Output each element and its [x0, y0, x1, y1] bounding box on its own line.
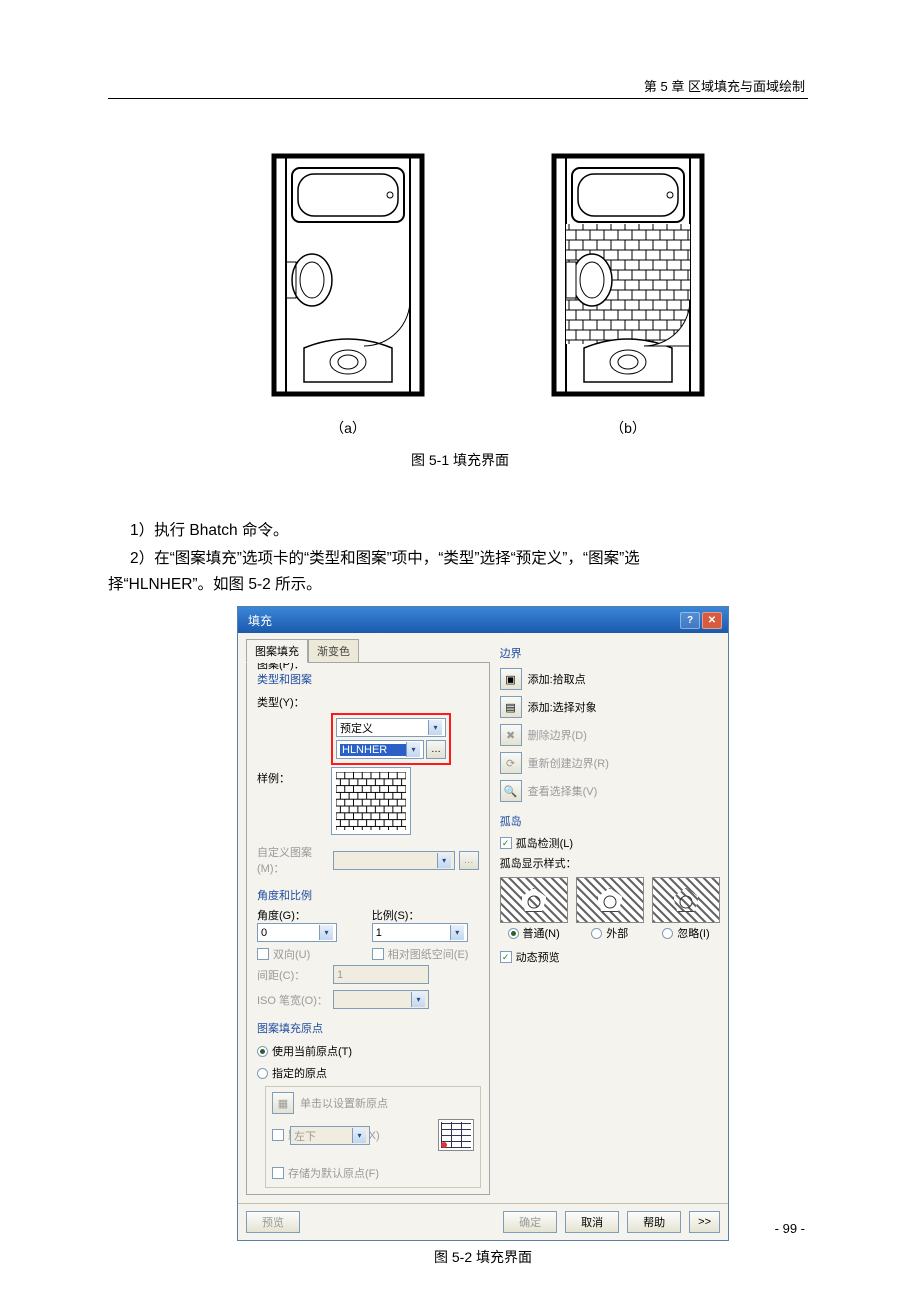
- select-pattern-value: HLNHER: [340, 744, 406, 756]
- add-pick-points-button[interactable]: ▣: [500, 668, 522, 690]
- legend-hatch-origin: 图案填充原点: [247, 1018, 489, 1040]
- figure-5-1-row: [268, 150, 708, 400]
- view-selection-button: 🔍: [500, 780, 522, 802]
- specified-origin-group: ▦ 单击以设置新原点 默认为边界范围(X) 左下▾: [265, 1086, 481, 1188]
- input-spacing: 1: [333, 965, 429, 984]
- label-scale: 比例(S)：: [372, 907, 479, 923]
- label-iso-pen: ISO 笔宽(O)：: [257, 992, 329, 1008]
- radio-island-ignore[interactable]: 忽略(I): [652, 925, 720, 941]
- page-number: - 99 -: [775, 1221, 805, 1236]
- help-button[interactable]: 帮助: [627, 1211, 681, 1233]
- origin-diagram: [438, 1119, 474, 1151]
- checkbox-island-detection[interactable]: ✓孤岛检测(L): [500, 833, 720, 853]
- more-options-button[interactable]: >>: [689, 1211, 720, 1233]
- select-custom-pattern: ▾: [333, 851, 455, 870]
- cancel-button[interactable]: 取消: [565, 1211, 619, 1233]
- angle-value: 0: [261, 927, 267, 939]
- remove-boundary-button: ✖: [500, 724, 522, 746]
- ok-button: 确定: [503, 1211, 557, 1233]
- island-style-outer-preview[interactable]: [576, 877, 644, 923]
- dialog-titlebar[interactable]: 填充 ? ✕: [238, 607, 728, 633]
- checkbox-store-default-origin: 存储为默认原点(F): [272, 1165, 474, 1181]
- label-spacing: 间距(C)：: [257, 967, 329, 983]
- select-type-value: 预定义: [340, 720, 373, 736]
- floorplan-b: [548, 150, 708, 400]
- legend-boundary: 边界: [500, 643, 720, 665]
- dialog-footer: 预览 确定 取消 帮助 >>: [238, 1203, 728, 1240]
- chapter-header: 第 5 章 区域填充与面域绘制: [644, 76, 805, 95]
- body-line-2: 2）在“图案填充”选项卡的“类型和图案”项中，“类型”选择“预定义”，“图案”选: [108, 546, 808, 572]
- chevron-down-icon[interactable]: ▾: [450, 925, 464, 940]
- label-type: 类型(Y)：: [257, 694, 329, 710]
- select-iso-pen: ▾: [333, 990, 429, 1009]
- label-add-pick-points: 添加:拾取点: [528, 671, 586, 687]
- label-add-select-objects: 添加:选择对象: [528, 699, 597, 715]
- close-icon[interactable]: ✕: [702, 612, 722, 629]
- label-remove-boundary: 删除边界(D): [528, 727, 587, 743]
- label-angle: 角度(G)：: [257, 907, 364, 923]
- figure-5-1-caption: 图 5-1 填充界面: [0, 450, 920, 470]
- body-lines-2-3: 2）在“图案填充”选项卡的“类型和图案”项中，“类型”选择“预定义”，“图案”选…: [108, 546, 808, 599]
- label-island-style: 孤岛显示样式：: [500, 853, 720, 873]
- body-line-1: 1）执行 Bhatch 命令。: [108, 518, 808, 544]
- label-sample: 样例：: [257, 770, 329, 786]
- label-view-selection: 查看选择集(V): [528, 783, 598, 799]
- island-style-ignore-preview[interactable]: [652, 877, 720, 923]
- radio-specified-origin[interactable]: 指定的原点: [257, 1065, 327, 1081]
- tab-gradient[interactable]: 渐变色: [308, 639, 359, 663]
- checkbox-relative-paper: 相对图纸空间(E): [372, 946, 479, 962]
- preview-button: 预览: [246, 1211, 300, 1233]
- radio-island-normal[interactable]: 普通(N): [500, 925, 568, 941]
- custom-pattern-browse-button: …: [459, 851, 479, 870]
- chevron-down-icon[interactable]: ▾: [406, 742, 420, 757]
- radio-island-outer[interactable]: 外部: [576, 925, 644, 941]
- label-click-set-origin: 单击以设置新原点: [300, 1095, 388, 1111]
- checkbox-double: 双向(U): [257, 946, 364, 962]
- body-line-3: 择“HLNHER”。如图 5-2 所示。: [108, 572, 808, 598]
- select-scale[interactable]: 1 ▾: [372, 923, 468, 942]
- island-style-normal-preview[interactable]: [500, 877, 568, 923]
- scale-value: 1: [376, 927, 382, 939]
- recreate-boundary-button: ⟳: [500, 752, 522, 774]
- add-select-objects-button[interactable]: ▤: [500, 696, 522, 718]
- select-origin-pos: 左下▾: [290, 1126, 370, 1145]
- radio-use-current-origin[interactable]: 使用当前原点(T): [257, 1043, 352, 1059]
- figure-5-2-caption: 图 5-2 填充界面: [237, 1247, 729, 1267]
- label-recreate-boundary: 重新创建边界(R): [528, 755, 609, 771]
- select-angle[interactable]: 0 ▾: [257, 923, 337, 942]
- figure-5-2: 填充 ? ✕ 图案填充 渐变色 类型和图案 类型(Y)： 预定义: [237, 606, 729, 1267]
- chevron-down-icon[interactable]: ▾: [428, 720, 442, 735]
- label-custom-pattern: 自定义图案(M)：: [257, 844, 329, 876]
- legend-islands: 孤岛: [500, 811, 720, 833]
- hatch-dialog: 填充 ? ✕ 图案填充 渐变色 类型和图案 类型(Y)： 预定义: [237, 606, 729, 1241]
- sublabel-a: （a）: [268, 418, 428, 438]
- figure-5-1-sublabels: （a） （b）: [268, 418, 708, 438]
- pattern-browse-button[interactable]: …: [426, 740, 446, 759]
- help-icon[interactable]: ?: [680, 612, 700, 629]
- sublabel-b: （b）: [548, 418, 708, 438]
- select-pattern[interactable]: HLNHER ▾: [336, 740, 424, 759]
- pick-origin-button: ▦: [272, 1092, 294, 1114]
- dialog-title: 填充: [248, 612, 272, 629]
- floorplan-a: [268, 150, 428, 400]
- sample-swatch[interactable]: [331, 767, 411, 835]
- legend-angle-scale: 角度和比例: [247, 885, 489, 907]
- chevron-down-icon[interactable]: ▾: [319, 925, 333, 940]
- header-rule: [108, 98, 808, 99]
- tab-panel: 类型和图案 类型(Y)： 预定义 ▾ HLNHER ▾: [246, 662, 490, 1195]
- checkbox-dynamic-preview[interactable]: ✓动态预览: [500, 949, 720, 965]
- tab-hatch[interactable]: 图案填充: [246, 639, 308, 663]
